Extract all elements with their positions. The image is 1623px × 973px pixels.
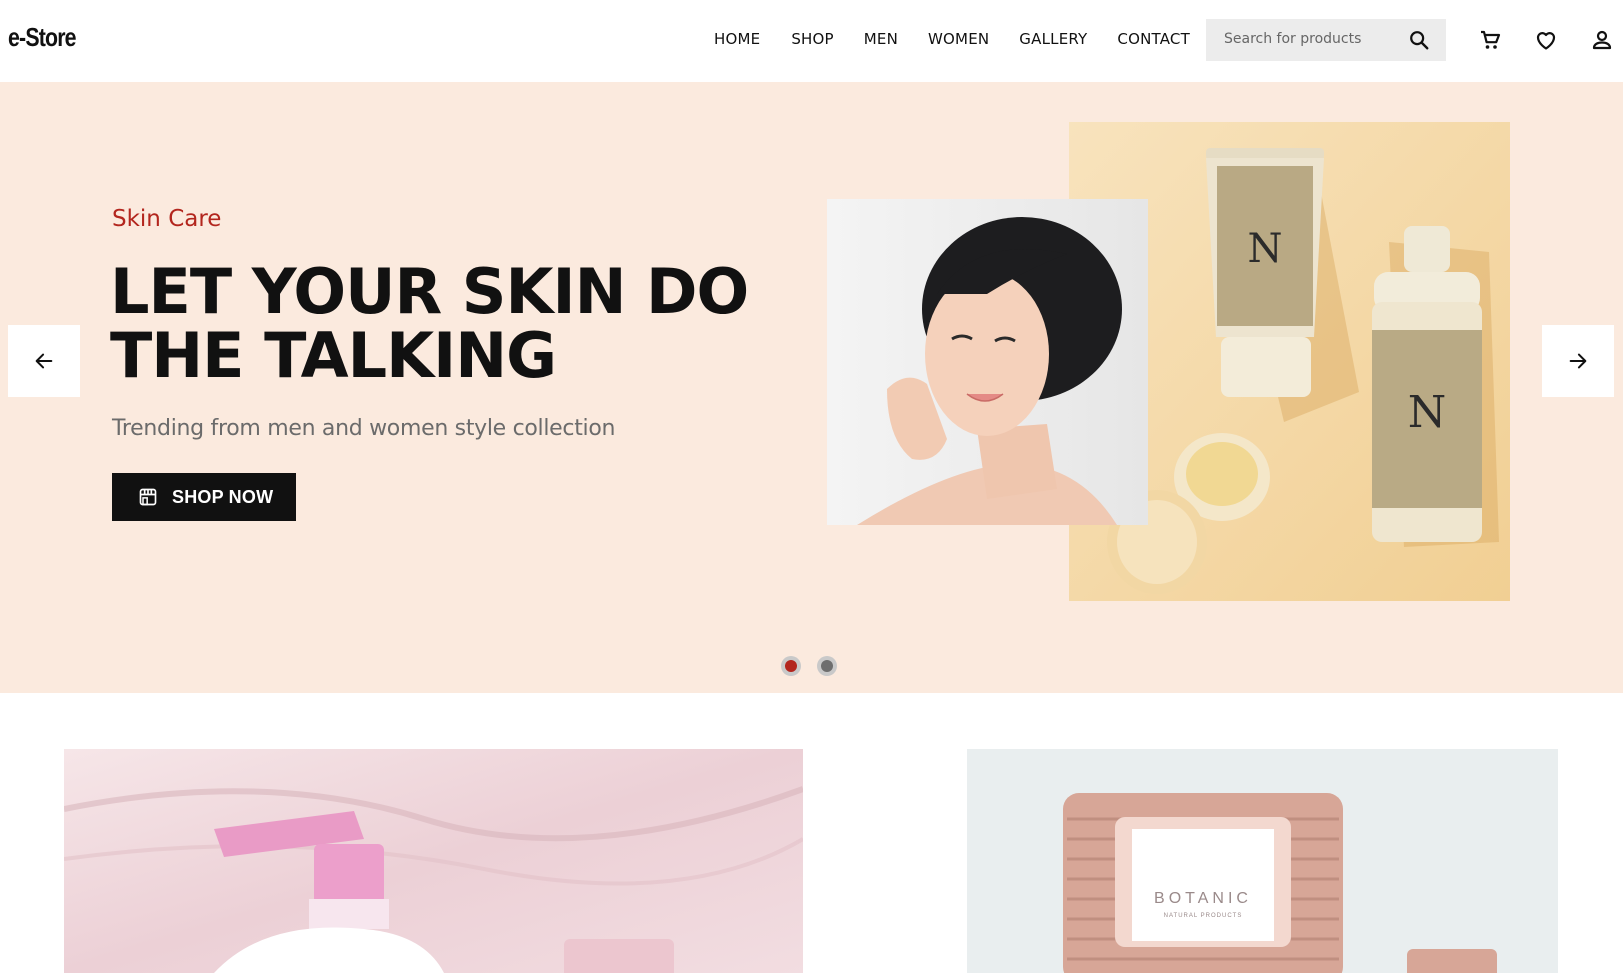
- arrow-left-icon: [35, 353, 53, 369]
- botanic-soap-banner[interactable]: BOTANIC NATURAL PRODUCTS: [967, 749, 1558, 973]
- cart-icon[interactable]: [1478, 28, 1502, 52]
- slider-prev-button[interactable]: [8, 325, 80, 397]
- user-icon[interactable]: [1590, 28, 1614, 52]
- search-input[interactable]: [1224, 31, 1404, 47]
- nav-gallery[interactable]: GALLERY: [1019, 30, 1087, 48]
- slider-dot-2[interactable]: [817, 656, 837, 676]
- search-box: [1206, 19, 1446, 61]
- bottle-label: N: [1408, 387, 1447, 438]
- hero-headline: LET YOUR SKIN DO THE TALKING: [110, 255, 749, 392]
- arrow-right-icon: [1569, 353, 1587, 369]
- main-nav: HOME SHOP MEN WOMEN GALLERY CONTACT: [714, 30, 1220, 48]
- nav-men[interactable]: MEN: [864, 30, 898, 48]
- nav-home[interactable]: HOME: [714, 30, 760, 48]
- hero-subline: Trending from men and women style collec…: [112, 416, 616, 441]
- site-header: e-Store HOME SHOP MEN WOMEN GALLERY CONT…: [0, 0, 1623, 82]
- pink-pump-bottle-banner[interactable]: [64, 749, 803, 973]
- store-icon: [139, 488, 157, 506]
- model-portrait-image: [827, 199, 1148, 525]
- botanic-label: BOTANIC: [1154, 890, 1252, 907]
- nav-shop[interactable]: SHOP: [791, 30, 833, 48]
- slider-next-button[interactable]: [1542, 325, 1614, 397]
- heart-icon[interactable]: [1534, 28, 1558, 52]
- nav-women[interactable]: WOMEN: [928, 30, 989, 48]
- slider-dots: [781, 656, 853, 676]
- tube-label: N: [1248, 226, 1283, 272]
- slider-dot-1[interactable]: [781, 656, 801, 676]
- site-logo[interactable]: e-Store: [8, 22, 77, 53]
- shop-now-button[interactable]: SHOP NOW: [112, 473, 296, 521]
- botanic-sublabel: NATURAL PRODUCTS: [1164, 913, 1243, 919]
- hero-slider: Skin Care LET YOUR SKIN DO THE TALKING T…: [0, 82, 1623, 693]
- hero-eyebrow: Skin Care: [112, 206, 222, 232]
- nav-contact[interactable]: CONTACT: [1117, 30, 1190, 48]
- shop-now-label: SHOP NOW: [172, 486, 274, 507]
- search-icon[interactable]: [1408, 29, 1430, 51]
